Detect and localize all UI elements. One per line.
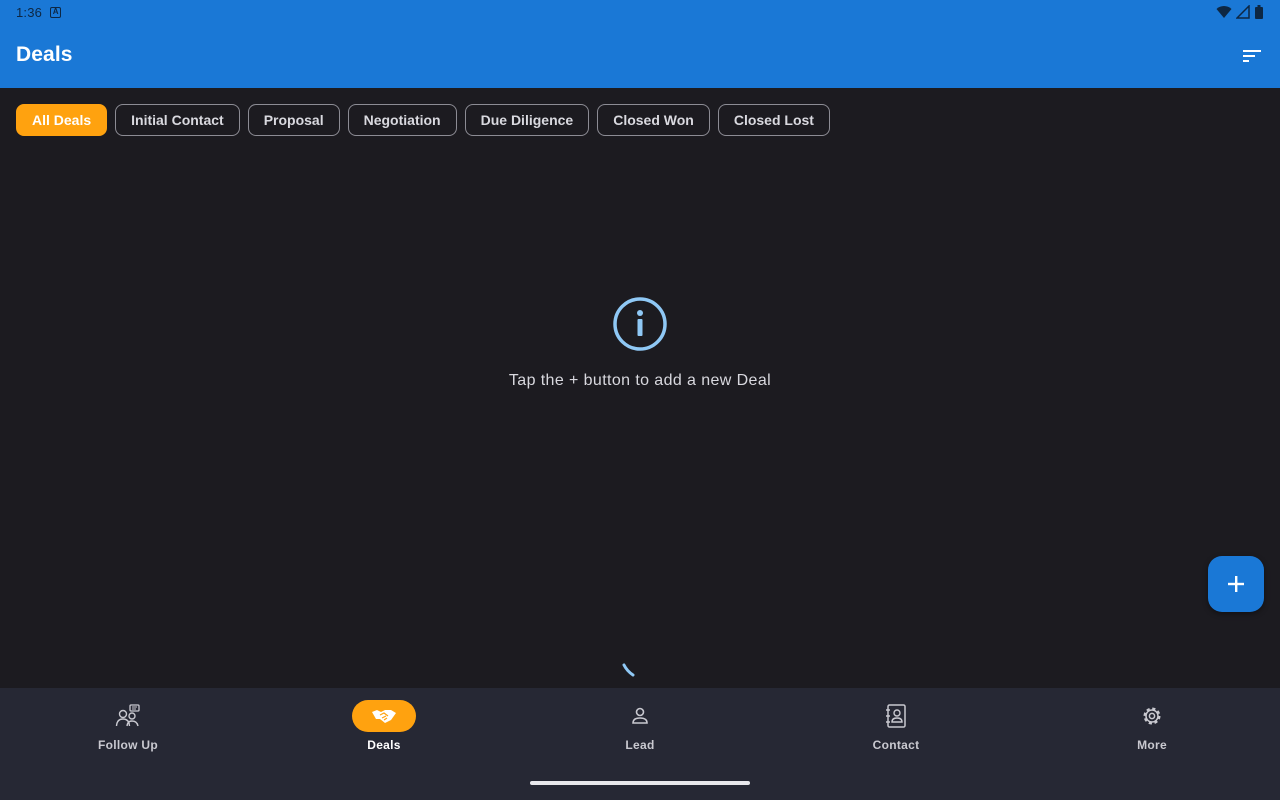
status-time: 1:36: [16, 4, 43, 20]
nav-item-contact[interactable]: Contact: [768, 688, 1024, 800]
gear-icon: [1143, 707, 1161, 725]
battery-icon: [1255, 5, 1263, 19]
loading-spinner: [622, 663, 635, 677]
a-icon: A: [50, 6, 62, 18]
status-right: [1216, 5, 1264, 19]
home-indicator[interactable]: [530, 781, 750, 785]
sort-button[interactable]: [1236, 40, 1268, 72]
nav-item-more[interactable]: More: [1024, 688, 1280, 800]
chip-closed-won[interactable]: Closed Won: [597, 104, 710, 136]
nav-icon-container: [352, 700, 416, 732]
empty-state-message: Tap the + button to add a new Deal: [508, 372, 772, 389]
status-bar: 1:36 A: [0, 0, 1280, 24]
nav-label-more: More: [1137, 738, 1167, 752]
page-title: Deals: [16, 43, 73, 66]
chip-negotiation[interactable]: Negotiation: [347, 104, 457, 136]
person-icon: [632, 707, 648, 724]
filter-chips: All Deals Initial Contact Proposal Negot…: [16, 104, 830, 136]
app-bar: 1:36 A Deals: [0, 0, 1280, 88]
nav-icon-container: [864, 700, 928, 732]
nav-item-deals[interactable]: Deals: [256, 688, 512, 800]
chip-closed-lost[interactable]: Closed Lost: [717, 104, 830, 136]
plus-icon: [1228, 576, 1244, 592]
follow-up-icon: [115, 704, 140, 727]
sort-icon: [1243, 50, 1261, 62]
wifi-icon: [1216, 6, 1232, 19]
contact-book-icon: [886, 704, 906, 728]
nav-label-deals: Deals: [367, 738, 401, 752]
chip-proposal[interactable]: Proposal: [247, 104, 340, 136]
nav-label-follow-up: Follow Up: [97, 738, 159, 752]
signal-icon: [1236, 5, 1250, 19]
nav-label-lead: Lead: [625, 738, 655, 752]
nav-icon-container: [96, 700, 160, 732]
nav-icon-container: [608, 700, 672, 732]
chip-all-deals[interactable]: All Deals: [16, 104, 108, 136]
handshake-icon: [372, 710, 396, 723]
nav-label-contact: Contact: [872, 738, 920, 752]
status-left: 1:36 A: [16, 4, 62, 20]
nav-item-follow-up[interactable]: Follow Up: [0, 688, 256, 800]
chip-due-diligence[interactable]: Due Diligence: [464, 104, 590, 136]
empty-state: Tap the + button to add a new Deal: [0, 296, 1280, 390]
nav-icon-container: [1120, 700, 1184, 732]
info-icon: [613, 297, 667, 351]
chip-initial-contact[interactable]: Initial Contact: [115, 104, 240, 136]
add-deal-button[interactable]: [1208, 556, 1264, 612]
